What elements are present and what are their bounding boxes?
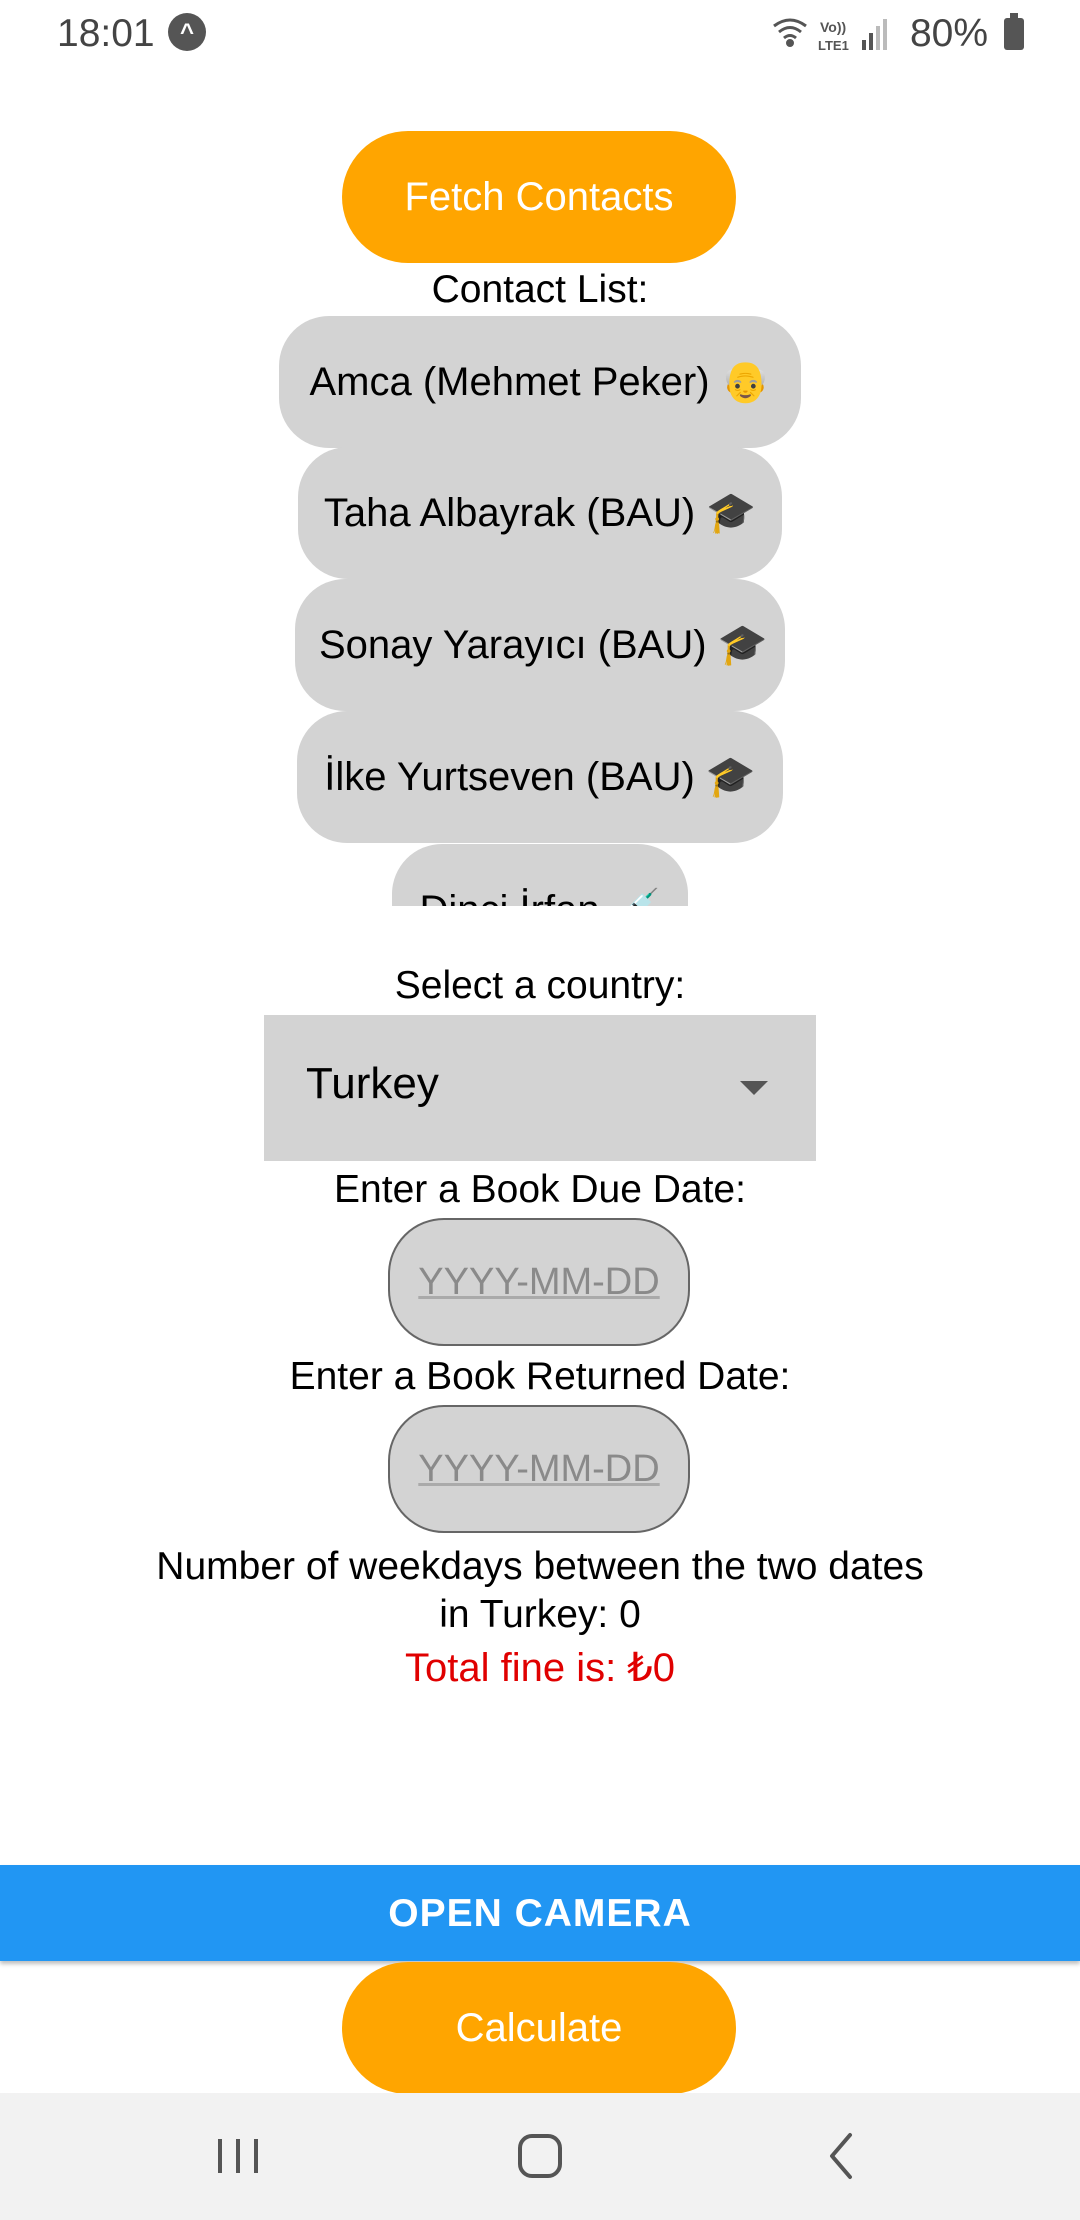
contact-name: Sonay Yarayıcı (BAU) xyxy=(319,623,707,667)
contact-item[interactable]: Taha Albayrak (BAU) 🎓 xyxy=(298,447,782,579)
navigation-bar xyxy=(0,2093,1080,2220)
volte-lte-icon: Vo)) LTE1 xyxy=(818,19,849,53)
due-date-input[interactable] xyxy=(388,1218,690,1346)
returned-date-input[interactable] xyxy=(388,1405,690,1533)
open-camera-button[interactable]: OPEN CAMERA xyxy=(0,1865,1080,1961)
dropdown-arrow-icon xyxy=(740,1081,768,1095)
volte-label: Vo)) xyxy=(820,19,846,35)
status-bar: 18:01 ^ Vo)) LTE1 80% xyxy=(0,0,1080,68)
contact-name: Amca (Mehmet Peker) xyxy=(309,360,710,404)
weekdays-result: Number of weekdays between the two dates… xyxy=(156,1545,924,1636)
older-man-emoji-icon: 👴 xyxy=(720,359,771,405)
total-fine: Total fine is: ₺0 xyxy=(404,1646,676,1690)
contact-item[interactable]: Sonay Yarayıcı (BAU) 🎓 xyxy=(295,579,785,711)
graduation-cap-icon: 🎓 xyxy=(717,622,768,668)
selected-country: Turkey xyxy=(306,1059,439,1108)
contact-name: Dinçi İrfan xyxy=(420,888,600,906)
contact-name: Taha Albayrak (BAU) xyxy=(323,491,696,535)
expo-go-icon: ^ xyxy=(168,13,206,51)
graduation-cap-icon: 🎓 xyxy=(705,754,756,800)
battery-percent: 80% xyxy=(909,12,988,55)
contact-list[interactable]: Amca (Mehmet Peker) 👴 Taha Albayrak (BAU… xyxy=(0,316,1080,906)
signal-icon xyxy=(862,19,887,50)
returned-date-label: Enter a Book Returned Date: xyxy=(289,1355,791,1398)
contact-item[interactable]: Amca (Mehmet Peker) 👴 xyxy=(279,316,801,448)
status-time: 18:01 xyxy=(57,12,155,55)
wifi-lte-signal-icons: Vo)) LTE1 xyxy=(773,18,887,53)
contact-list-label: Contact List: xyxy=(431,268,649,311)
graduation-cap-icon: 🎓 xyxy=(706,490,757,536)
lte-label: LTE1 xyxy=(818,38,849,53)
contact-item[interactable]: İlke Yurtseven (BAU) 🎓 xyxy=(297,711,783,843)
country-dropdown[interactable]: Turkey xyxy=(264,1015,816,1161)
app-screen: 18:01 ^ Vo)) LTE1 80% Fetch Contacts Con… xyxy=(0,0,1080,2220)
wifi-icon xyxy=(773,18,807,47)
due-date-label: Enter a Book Due Date: xyxy=(334,1168,746,1211)
country-label: Select a country: xyxy=(394,964,686,1007)
fetch-contacts-button[interactable]: Fetch Contacts xyxy=(342,131,736,263)
syringe-icon: 💉 xyxy=(611,887,661,906)
status-indicators: Vo)) LTE1 80% xyxy=(773,10,1024,58)
recents-icon[interactable] xyxy=(198,2121,278,2191)
back-icon[interactable] xyxy=(802,2121,882,2191)
contact-name: İlke Yurtseven (BAU) xyxy=(324,755,695,799)
contact-item[interactable]: Dinçi İrfan 💉 xyxy=(392,844,688,906)
home-icon[interactable] xyxy=(500,2121,580,2191)
battery-icon xyxy=(1004,13,1024,50)
calculate-button[interactable]: Calculate xyxy=(342,1962,736,2094)
